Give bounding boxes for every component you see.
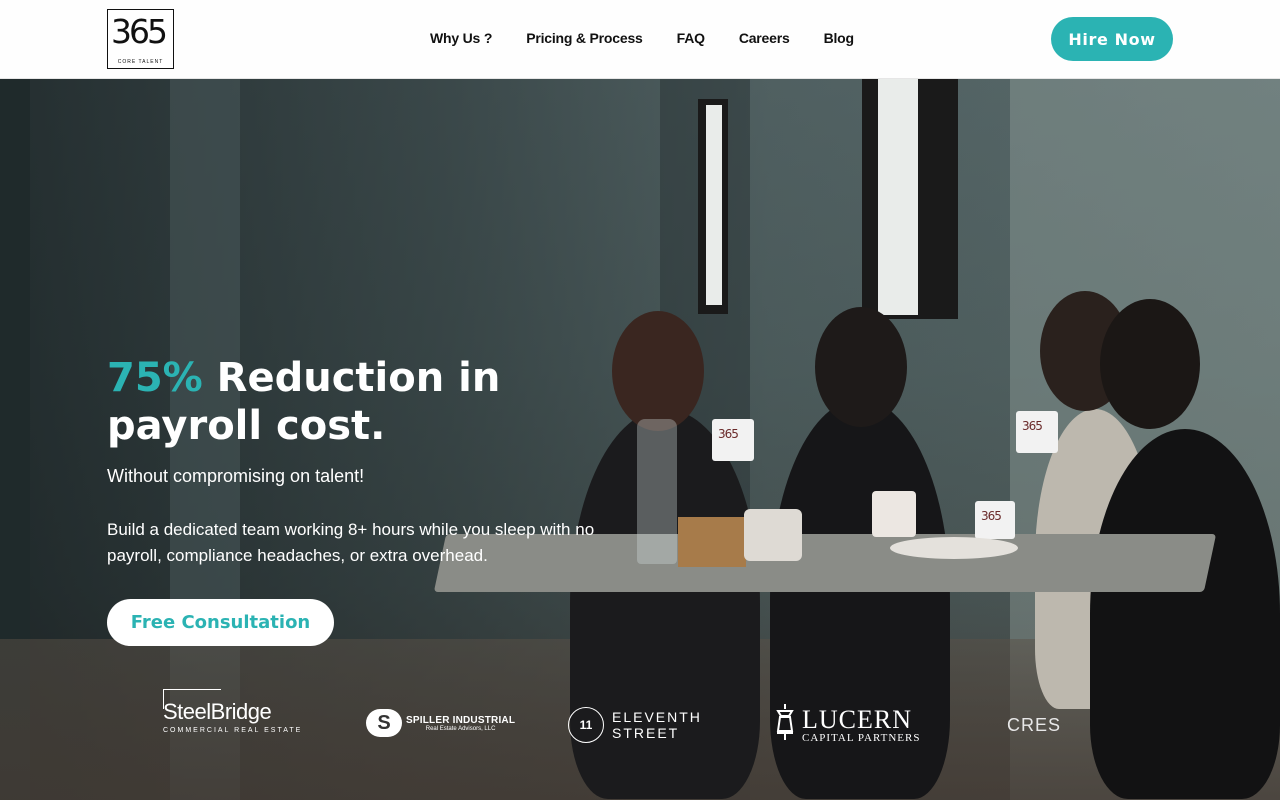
hero-section: 365 365 365 75% Reduction in payroll cos… bbox=[0, 79, 1280, 800]
lucern-sub: CAPITAL PARTNERS bbox=[802, 732, 921, 744]
nav-pricing-process[interactable]: Pricing & Process bbox=[526, 30, 643, 46]
photo-person-head bbox=[1100, 299, 1200, 429]
logo-subtitle: CORE TALENT bbox=[117, 59, 164, 65]
main-nav: Why Us ? Pricing & Process FAQ Careers B… bbox=[430, 30, 888, 46]
eleventh-mark-icon: 11 bbox=[568, 707, 604, 743]
photo-mug: 365 bbox=[975, 501, 1015, 539]
nav-why-us[interactable]: Why Us ? bbox=[430, 30, 492, 46]
photo-person-head bbox=[815, 307, 907, 427]
hero-subheading: Without compromising on talent! bbox=[107, 466, 365, 486]
lucern-name: LUCERN bbox=[802, 705, 912, 734]
steelbridge-sub: COMMERCIAL REAL ESTATE bbox=[163, 727, 303, 734]
cres-logo: CRES bbox=[1007, 715, 1062, 735]
photo-cup bbox=[872, 491, 916, 537]
nav-careers[interactable]: Careers bbox=[739, 30, 790, 46]
photo-bottle bbox=[637, 419, 677, 564]
spiller-name: SPILLER INDUSTRIAL bbox=[406, 714, 516, 726]
headline-accent: 75% bbox=[107, 355, 203, 401]
logo-number: 365 bbox=[111, 12, 168, 51]
nav-blog[interactable]: Blog bbox=[824, 30, 855, 46]
company-logo[interactable]: 365 CORE TALENT bbox=[107, 9, 174, 69]
photo-mug: 365 bbox=[1016, 411, 1058, 453]
hero-headline: 75% Reduction in payroll cost. bbox=[107, 354, 627, 450]
photo-mug: 365 bbox=[712, 419, 754, 461]
eleventh-line2: STREET bbox=[612, 725, 680, 741]
client-logos: SteelBridge COMMERCIAL REAL ESTATE S SPI… bbox=[0, 689, 1280, 761]
hero-background-window-glass bbox=[878, 79, 918, 315]
lucern-capital-logo: LUCERN CAPITAL PARTNERS bbox=[772, 703, 920, 749]
eleventh-line1: ELEVENTH bbox=[612, 709, 702, 725]
site-header: 365 CORE TALENT Why Us ? Pricing & Proce… bbox=[0, 0, 1280, 79]
hero-background-window-glass bbox=[706, 105, 722, 305]
photo-plate bbox=[890, 537, 1018, 559]
photo-plant-pot bbox=[744, 509, 802, 561]
free-consultation-button[interactable]: Free Consultation bbox=[107, 599, 334, 646]
eleventh-street-logo: 11 ELEVENTH STREET bbox=[568, 707, 702, 743]
steelbridge-mark bbox=[163, 689, 221, 709]
spiller-mark-icon: S bbox=[366, 709, 402, 737]
steelbridge-logo: SteelBridge COMMERCIAL REAL ESTATE bbox=[163, 689, 303, 734]
nav-faq[interactable]: FAQ bbox=[677, 30, 705, 46]
hire-now-button[interactable]: Hire Now bbox=[1051, 17, 1173, 61]
lantern-icon bbox=[772, 703, 798, 749]
photo-wood-box bbox=[678, 517, 746, 567]
spiller-sub: Real Estate Advisors, LLC bbox=[425, 725, 496, 732]
hero-description: Build a dedicated team working 8+ hours … bbox=[107, 520, 595, 565]
spiller-industrial-logo: S SPILLER INDUSTRIAL Real Estate Advisor… bbox=[366, 709, 515, 737]
